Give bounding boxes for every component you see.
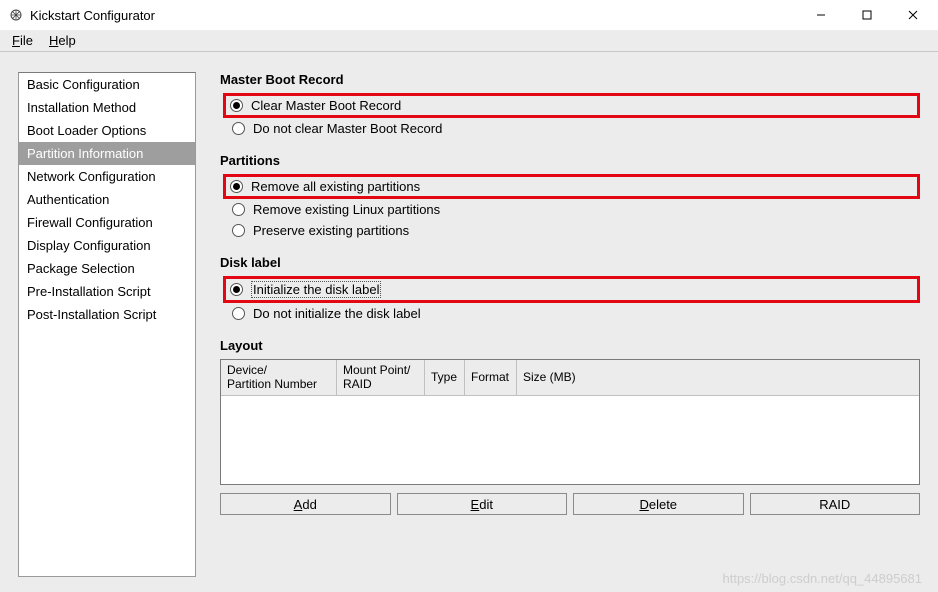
sidebar-item-partition-information[interactable]: Partition Information [19, 142, 195, 165]
titlebar: Kickstart Configurator [0, 0, 938, 30]
radio-row-no-initialize-disk-label[interactable]: Do not initialize the disk label [226, 303, 920, 324]
section-label-partitions: Partitions [220, 153, 920, 168]
radio-label-remove-all-partitions: Remove all existing partitions [251, 179, 420, 194]
menubar: File Help [0, 30, 938, 52]
sidebar-item-installation-method[interactable]: Installation Method [19, 96, 195, 119]
add-button[interactable]: Add [220, 493, 391, 515]
section-label-disklabel: Disk label [220, 255, 920, 270]
window-title: Kickstart Configurator [30, 8, 798, 23]
radio-label-no-initialize-disk-label: Do not initialize the disk label [253, 306, 421, 321]
delete-button[interactable]: Delete [573, 493, 744, 515]
raid-button[interactable]: RAID [750, 493, 921, 515]
sidebar-item-firewall-configuration[interactable]: Firewall Configuration [19, 211, 195, 234]
radio-row-no-clear-mbr[interactable]: Do not clear Master Boot Record [226, 118, 920, 139]
main-panel: Master Boot Record Clear Master Boot Rec… [220, 72, 920, 580]
radio-no-initialize-disk-label[interactable] [232, 307, 245, 320]
section-label-layout: Layout [220, 338, 920, 353]
radio-preserve-partitions[interactable] [232, 224, 245, 237]
radio-remove-all-partitions[interactable] [230, 180, 243, 193]
radio-label-remove-linux-partitions: Remove existing Linux partitions [253, 202, 440, 217]
highlight-disklabel: Initialize the disk label [223, 276, 920, 303]
radio-row-remove-linux-partitions[interactable]: Remove existing Linux partitions [226, 199, 920, 220]
close-button[interactable] [890, 0, 936, 30]
highlight-mbr: Clear Master Boot Record [223, 93, 920, 118]
radio-label-preserve-partitions: Preserve existing partitions [253, 223, 409, 238]
sidebar-item-post-installation-script[interactable]: Post-Installation Script [19, 303, 195, 326]
minimize-button[interactable] [798, 0, 844, 30]
maximize-button[interactable] [844, 0, 890, 30]
radio-no-clear-mbr[interactable] [232, 122, 245, 135]
layout-table: Device/ Partition Number Mount Point/ RA… [220, 359, 920, 485]
sidebar-item-basic-configuration[interactable]: Basic Configuration [19, 73, 195, 96]
radio-clear-mbr[interactable] [230, 99, 243, 112]
radio-row-preserve-partitions[interactable]: Preserve existing partitions [226, 220, 920, 241]
edit-button[interactable]: Edit [397, 493, 568, 515]
radio-label-clear-mbr: Clear Master Boot Record [251, 98, 401, 113]
highlight-partitions: Remove all existing partitions [223, 174, 920, 199]
app-icon [8, 7, 24, 23]
section-label-mbr: Master Boot Record [220, 72, 920, 87]
sidebar: Basic Configuration Installation Method … [18, 72, 196, 577]
sidebar-item-display-configuration[interactable]: Display Configuration [19, 234, 195, 257]
radio-label-initialize-disk-label: Initialize the disk label [251, 281, 381, 298]
column-format[interactable]: Format [465, 360, 517, 395]
sidebar-item-network-configuration[interactable]: Network Configuration [19, 165, 195, 188]
column-size[interactable]: Size (MB) [517, 360, 919, 395]
sidebar-item-authentication[interactable]: Authentication [19, 188, 195, 211]
column-mount-point[interactable]: Mount Point/ RAID [337, 360, 425, 395]
radio-initialize-disk-label[interactable] [230, 283, 243, 296]
radio-label-no-clear-mbr: Do not clear Master Boot Record [253, 121, 442, 136]
sidebar-item-boot-loader-options[interactable]: Boot Loader Options [19, 119, 195, 142]
sidebar-item-package-selection[interactable]: Package Selection [19, 257, 195, 280]
client-area: Basic Configuration Installation Method … [0, 52, 938, 592]
column-device[interactable]: Device/ Partition Number [221, 360, 337, 395]
layout-table-header: Device/ Partition Number Mount Point/ RA… [221, 360, 919, 396]
menu-file[interactable]: File [6, 31, 39, 50]
menu-help[interactable]: Help [43, 31, 82, 50]
column-type[interactable]: Type [425, 360, 465, 395]
button-row: Add Edit Delete RAID [220, 493, 920, 515]
layout-table-body[interactable] [221, 396, 919, 484]
sidebar-item-pre-installation-script[interactable]: Pre-Installation Script [19, 280, 195, 303]
radio-remove-linux-partitions[interactable] [232, 203, 245, 216]
